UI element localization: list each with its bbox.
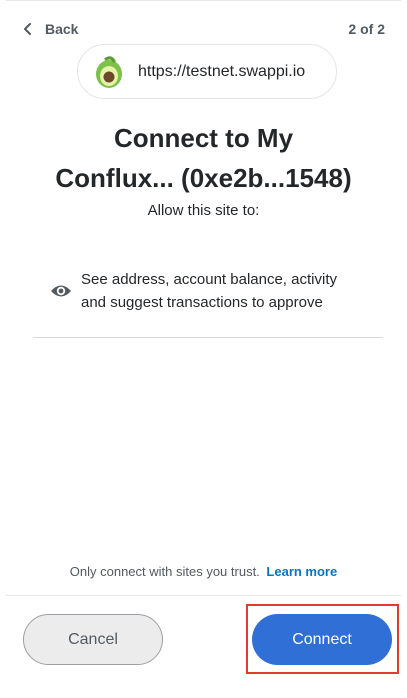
chevron-left-icon bbox=[24, 23, 31, 35]
permission-item: See address, account balance, activity a… bbox=[50, 268, 380, 314]
page-title: Connect to My Conflux... (0xe2b...1548) bbox=[20, 118, 387, 198]
cancel-button[interactable]: Cancel bbox=[23, 614, 163, 665]
permission-text: See address, account balance, activity a… bbox=[81, 268, 337, 314]
learn-more-link[interactable]: Learn more bbox=[266, 564, 337, 579]
header: Back 2 of 2 bbox=[22, 21, 385, 41]
eye-icon bbox=[51, 285, 71, 297]
site-origin-pill: https://testnet.swappi.io bbox=[77, 44, 337, 99]
permission-line-2: and suggest transactions to approve bbox=[81, 294, 323, 311]
connect-dialog: Back 2 of 2 https://testnet.swappi.io Co… bbox=[0, 0, 407, 698]
permission-line-1: See address, account balance, activity bbox=[81, 271, 337, 288]
footer-divider bbox=[6, 595, 401, 596]
title-line-1: Connect to My bbox=[113, 123, 294, 153]
back-button[interactable]: Back bbox=[22, 21, 78, 37]
trust-text: Only connect with sites you trust. bbox=[69, 564, 260, 579]
back-label: Back bbox=[45, 21, 79, 37]
site-url: https://testnet.swappi.io bbox=[138, 62, 306, 80]
trust-notice: Only connect with sites you trust. Learn… bbox=[0, 564, 407, 579]
title-line-2: Conflux... (0xe2b...1548) bbox=[55, 163, 352, 193]
avocado-icon bbox=[96, 55, 122, 88]
permissions-divider bbox=[33, 337, 383, 338]
top-divider bbox=[6, 0, 401, 1]
permissions-subtitle: Allow this site to: bbox=[147, 202, 260, 219]
step-indicator: 2 of 2 bbox=[348, 21, 385, 37]
connect-button[interactable]: Connect bbox=[252, 614, 392, 665]
